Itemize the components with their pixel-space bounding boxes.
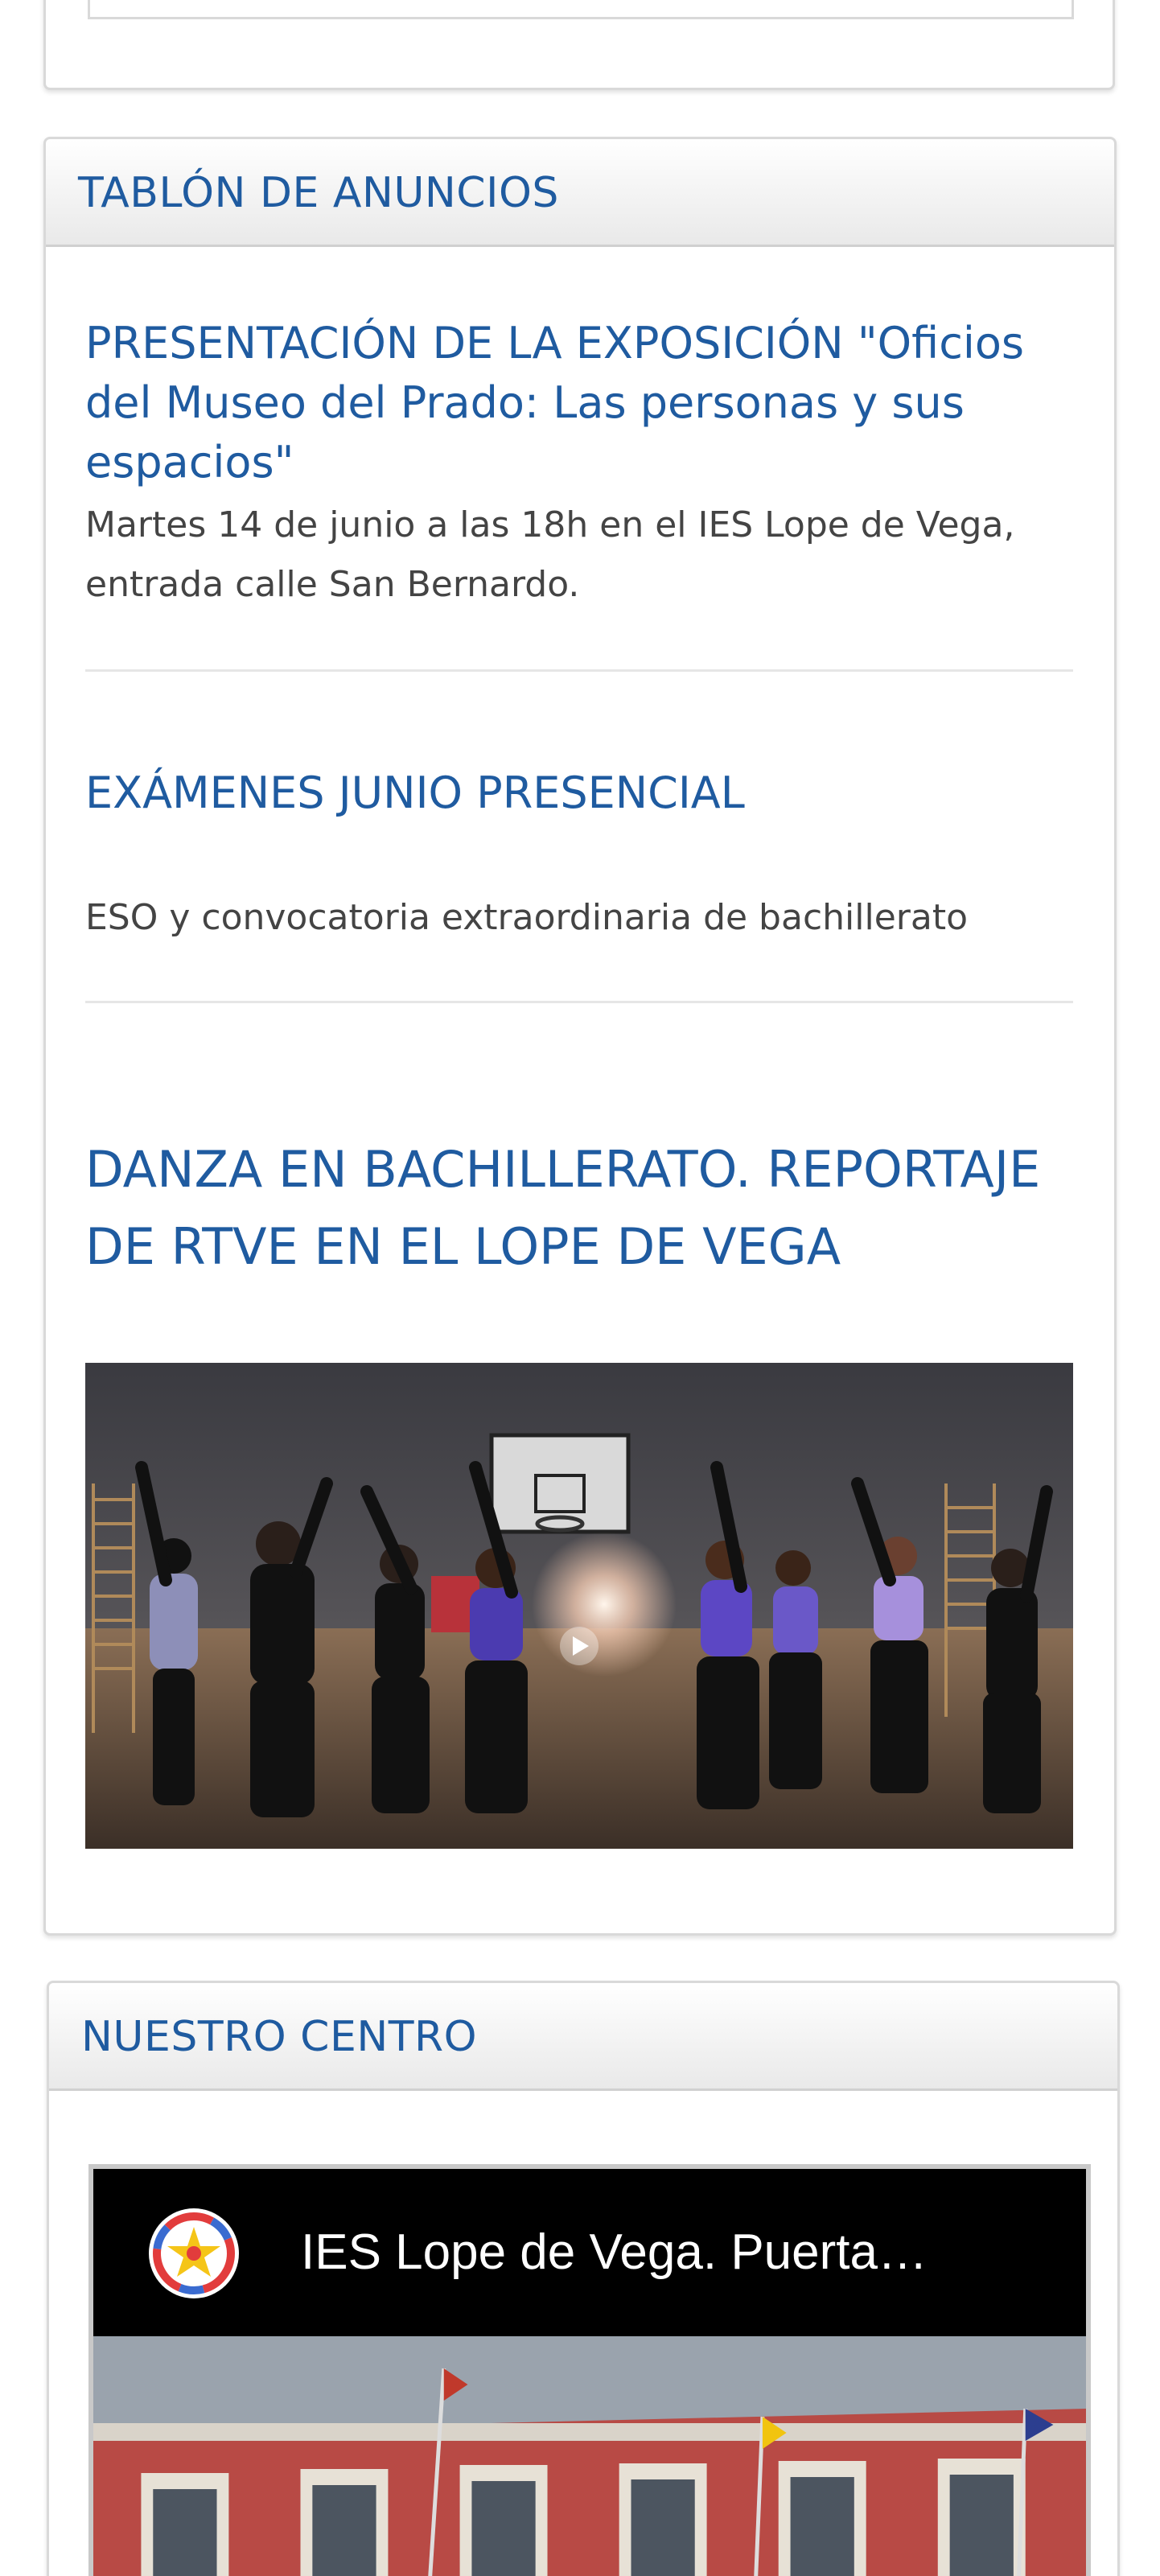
video-thumbnail-building[interactable] <box>93 2336 1086 2576</box>
news-title-examenes[interactable]: EXÁMENES JUNIO PRESENCIAL <box>85 761 745 825</box>
announcements-heading: TABLÓN DE ANUNCIOS <box>78 169 559 217</box>
youtube-video-embed[interactable]: IES Lope de Vega. Puerta… <box>88 2164 1091 2576</box>
channel-logo-icon[interactable] <box>146 2206 241 2301</box>
danza-video-thumbnail[interactable] <box>85 1363 1073 1849</box>
play-icon[interactable] <box>560 1627 599 1665</box>
previous-panel-content-box <box>88 0 1074 19</box>
previous-panel <box>43 0 1115 90</box>
news-text-examenes: ESO y convocatoria extraordinaria de bac… <box>85 897 968 938</box>
news-divider <box>85 1001 1073 1003</box>
news-title-exposicion[interactable]: PRESENTACIÓN DE LA EXPOSICIÓN "Oficios d… <box>85 314 1091 492</box>
news-title-danza[interactable]: DANZA EN BACHILLERATO. REPORTAJE DE RTVE… <box>85 1131 1091 1286</box>
announcements-panel-header: TABLÓN DE ANUNCIOS <box>46 139 1114 247</box>
our-center-panel-header: NUESTRO CENTRO <box>49 1983 1117 2091</box>
video-title-bar[interactable]: IES Lope de Vega. Puerta… <box>93 2169 1086 2336</box>
news-divider <box>85 669 1073 672</box>
news-text-exposicion: Martes 14 de junio a las 18h en el IES L… <box>85 504 1015 605</box>
our-center-heading: NUESTRO CENTRO <box>81 2013 478 2061</box>
video-title[interactable]: IES Lope de Vega. Puerta… <box>301 2169 928 2336</box>
